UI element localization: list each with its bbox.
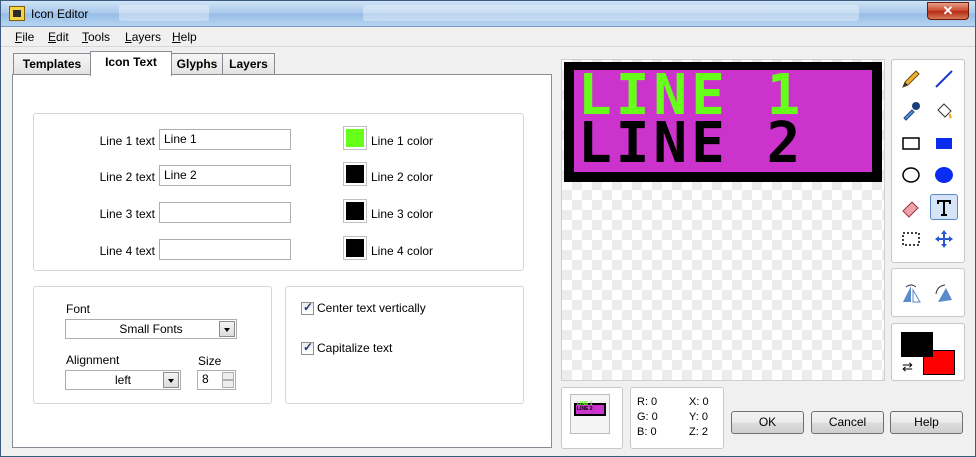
text-options-group: Center text vertically Capitalize text xyxy=(285,286,524,404)
size-label: Size xyxy=(198,354,222,368)
filled-rectangle-icon[interactable] xyxy=(930,130,958,156)
icon-preview: LINE 1 LINE 2 xyxy=(561,387,623,449)
window-title: Icon Editor xyxy=(31,7,89,21)
menu-tools[interactable]: Tools xyxy=(82,30,110,44)
center-vertically-label[interactable]: Center text vertically xyxy=(317,301,426,315)
swap-colors-icon[interactable]: ⇄ xyxy=(902,359,913,375)
y-coordinate: Y: 0 xyxy=(689,411,708,423)
background-ghost-bar xyxy=(363,5,859,21)
line2-input[interactable]: Line 2 xyxy=(159,165,291,186)
z-coordinate: Z: 2 xyxy=(689,426,708,438)
menu-edit[interactable]: Edit xyxy=(48,30,69,44)
alignment-label: Alignment xyxy=(66,353,120,367)
line1-color-label: Line 1 color xyxy=(371,134,434,148)
icon-canvas[interactable]: LINE 2 LINE 1 xyxy=(561,59,885,381)
icon-thumbnail: LINE 1 LINE 2 xyxy=(570,394,610,434)
rectangle-icon[interactable] xyxy=(897,130,925,156)
font-label: Font xyxy=(66,302,91,316)
rotate-icon[interactable] xyxy=(930,280,958,306)
tab-glyphs[interactable]: Glyphs xyxy=(171,53,223,75)
app-icon xyxy=(9,6,25,21)
line4-label: Line 4 text xyxy=(99,244,155,258)
line4-color-label: Line 4 color xyxy=(371,244,434,258)
line3-color-swatch[interactable] xyxy=(343,199,367,223)
thumbnail-line2: LINE 2 xyxy=(577,406,593,412)
line1-color-swatch[interactable] xyxy=(343,126,367,150)
icon-text-panel: Line 1 text Line 1 Line 1 color Line 2 t… xyxy=(12,74,552,448)
line1-input[interactable]: Line 1 xyxy=(159,129,291,150)
line2-color-label: Line 2 color xyxy=(371,170,434,184)
cancel-button[interactable]: Cancel xyxy=(811,411,884,434)
tab-templates[interactable]: Templates xyxy=(13,53,91,75)
blue-value: B: 0 xyxy=(637,426,657,438)
menu-help[interactable]: Help xyxy=(172,30,197,44)
color-chooser-panel: ⇄ xyxy=(891,323,965,381)
ellipse-icon[interactable] xyxy=(897,162,925,188)
select-icon[interactable] xyxy=(897,226,925,252)
line1-label: Line 1 text xyxy=(99,134,155,148)
canvas-line1-text: LINE 1 xyxy=(578,63,805,128)
chevron-down-icon[interactable] xyxy=(219,321,235,337)
size-stepper[interactable]: 8 xyxy=(197,370,236,390)
font-group: Font Small Fonts Alignment left Size 8 xyxy=(33,286,272,404)
text-lines-group: Line 1 text Line 1 Line 1 color Line 2 t… xyxy=(33,113,524,271)
drawing-tools-panel xyxy=(891,59,965,263)
font-select-value: Small Fonts xyxy=(119,322,183,336)
red-value: R: 0 xyxy=(637,396,658,408)
tab-icon-text[interactable]: Icon Text xyxy=(90,51,172,76)
line-icon[interactable] xyxy=(930,66,958,92)
text-icon[interactable] xyxy=(930,194,958,220)
line3-color-label: Line 3 color xyxy=(371,207,434,221)
line1-color-fill xyxy=(346,129,364,147)
transform-tools-panel xyxy=(891,268,965,317)
icon-editor-window: Icon Editor ✕ File Edit Tools Layers Hel… xyxy=(0,0,976,457)
alignment-select[interactable]: left xyxy=(65,370,181,390)
tab-layers[interactable]: Layers xyxy=(222,53,275,75)
line2-label: Line 2 text xyxy=(99,170,155,184)
close-button[interactable]: ✕ xyxy=(927,2,969,20)
menu-bar: File Edit Tools Layers Help xyxy=(1,27,975,47)
chevron-down-icon[interactable] xyxy=(163,372,179,388)
font-select[interactable]: Small Fonts xyxy=(65,319,237,339)
line4-color-swatch[interactable] xyxy=(343,236,367,260)
fill-icon[interactable] xyxy=(930,98,958,124)
size-value: 8 xyxy=(202,372,209,386)
flip-horizontal-icon[interactable] xyxy=(897,280,925,306)
line3-label: Line 3 text xyxy=(99,207,155,221)
center-vertically-checkbox[interactable] xyxy=(301,300,314,315)
foreground-color-swatch[interactable] xyxy=(901,332,933,357)
stepper-down-icon[interactable] xyxy=(222,380,234,388)
eraser-icon[interactable] xyxy=(897,194,925,220)
line2-color-fill xyxy=(346,165,364,183)
color-picker-icon[interactable] xyxy=(897,98,925,124)
icon-art: LINE 2 LINE 1 xyxy=(564,62,882,182)
alignment-select-value: left xyxy=(114,373,131,387)
capitalize-checkbox[interactable] xyxy=(301,340,314,355)
x-coordinate: X: 0 xyxy=(689,396,709,408)
green-value: G: 0 xyxy=(637,411,658,423)
line2-color-swatch[interactable] xyxy=(343,162,367,186)
move-icon[interactable] xyxy=(930,226,958,252)
title-bar[interactable]: Icon Editor ✕ xyxy=(1,1,975,27)
capitalize-label[interactable]: Capitalize text xyxy=(317,341,392,355)
line4-color-fill xyxy=(346,239,364,257)
filled-ellipse-icon[interactable] xyxy=(930,162,958,188)
pixel-info-panel: R: 0 G: 0 B: 0 X: 0 Y: 0 Z: 2 xyxy=(630,387,724,449)
line3-input[interactable] xyxy=(159,202,291,223)
background-ghost-tab xyxy=(119,5,209,21)
ok-button[interactable]: OK xyxy=(731,411,804,434)
menu-file[interactable]: File xyxy=(15,30,34,44)
stepper-up-icon[interactable] xyxy=(222,372,234,380)
line4-input[interactable] xyxy=(159,239,291,260)
help-button[interactable]: Help xyxy=(890,411,963,434)
menu-layers[interactable]: Layers xyxy=(125,30,161,44)
line3-color-fill xyxy=(346,202,364,220)
pencil-icon[interactable] xyxy=(897,66,925,92)
